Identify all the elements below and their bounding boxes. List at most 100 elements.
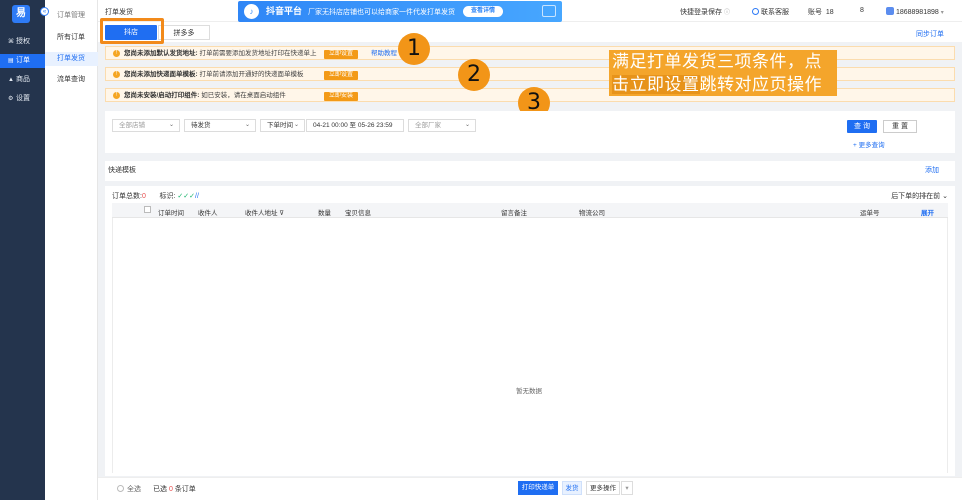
products-icon: ▲ — [8, 77, 14, 83]
mark-check-icons[interactable]: ✓✓✓ — [177, 193, 195, 200]
empty-state: 暂无数据 — [516, 388, 542, 395]
ship-button[interactable]: 发货 — [562, 481, 582, 495]
banner-title: 抖音平台 — [266, 6, 303, 16]
app-logo: 易 — [12, 5, 30, 23]
gear-icon: ⚙ — [8, 96, 14, 102]
submenu-item-all-orders[interactable]: 所有订单 — [45, 31, 98, 45]
quick-login-label: 快捷登录保存 — [680, 9, 722, 16]
time-type-value: 下单时间 — [267, 122, 293, 129]
headset-icon — [752, 8, 759, 15]
col-address-label: 收件人地址 — [245, 210, 278, 217]
selected-count: 已选 0 条订单 — [153, 484, 196, 494]
status-select[interactable]: 待发货 ⌄ — [184, 119, 256, 132]
sidebar-item-settings[interactable]: ⚙ 设置 — [0, 92, 45, 106]
tabs-bar — [98, 22, 962, 42]
chevron-down-icon[interactable]: ▾ — [621, 481, 633, 495]
quick-login-save[interactable]: 快捷登录保存 ⓘ — [680, 7, 730, 17]
factory-select[interactable]: 全部厂家 ⌄ — [408, 119, 476, 132]
banner-details-button[interactable]: 查看详情 — [463, 6, 504, 18]
date-range-input[interactable]: 04-21 00:00 至 05-26 23:59 — [306, 119, 404, 132]
banner-subtitle: 厂家无抖店店铺也可以给商家一件代发打单发货 — [308, 9, 456, 16]
user-phone: 18688981898 — [895, 9, 939, 16]
orders-icon: ▤ — [8, 58, 14, 64]
table-body — [112, 218, 948, 473]
orders-meta: 订单总数:0 标识: ✓✓✓// — [112, 191, 199, 201]
submenu-heading: 订单管理 — [57, 12, 85, 19]
sidebar-item-auth[interactable]: ⌘ 授权 — [0, 35, 45, 49]
account-info: 账号 18 — [808, 7, 834, 17]
warning-icon: ! — [113, 92, 120, 99]
select-all-radio[interactable] — [117, 485, 124, 492]
mark-label: 标识: — [159, 193, 176, 200]
info-icon: ⓘ — [723, 10, 730, 16]
mark-slash-icon[interactable]: // — [195, 193, 199, 200]
shop-select-value: 全部店铺 — [119, 122, 145, 129]
col-quantity: 数量 — [318, 210, 331, 217]
date-from: 04-21 00:00 — [313, 122, 348, 129]
sidebar-item-products[interactable]: ▲ 商品 — [0, 73, 45, 87]
date-sep: 至 — [349, 122, 357, 129]
add-template-link[interactable]: 添加 — [925, 161, 939, 181]
expand-link[interactable]: 展开 — [921, 207, 934, 217]
annotation-callout: 满足打单发货三项条件，点 击立即设置跳转对应页操作 — [609, 50, 837, 96]
submenu-item-flow-query[interactable]: 流单查询 — [45, 73, 98, 87]
more-actions-button[interactable]: 更多操作 — [586, 481, 620, 495]
factory-select-value: 全部厂家 — [415, 122, 441, 129]
account-value: 18 — [825, 9, 834, 16]
col-address[interactable]: 收件人地址 ⊽ — [245, 207, 284, 217]
col-waybill: 运单号 — [860, 210, 880, 217]
selected-suffix: 条订单 — [174, 486, 196, 493]
annotation-line-2: 击立即设置跳转对应页操作 — [612, 73, 834, 96]
time-type-select[interactable]: 下单时间 ⌄ — [260, 119, 305, 132]
status-select-value: 待发货 — [191, 122, 211, 129]
tab-pinduoduo[interactable]: 拼多多 — [158, 25, 210, 40]
customer-service-link[interactable]: 联系客服 — [752, 7, 789, 17]
alert-text: 打单前请添加开通好的快递面单模板 — [199, 71, 304, 78]
sync-orders-link[interactable]: 同步订单 — [916, 29, 944, 39]
print-waybill-button[interactable]: 打印快递单 — [518, 481, 558, 495]
annotation-line-2b: 跳转对应页操作 — [699, 75, 822, 94]
more-search-link[interactable]: + 更多查询 — [853, 139, 885, 149]
sidebar-item-orders[interactable]: ▤ 订单 — [0, 54, 45, 68]
sort-select[interactable]: 后下单的排在前 ⌄ — [891, 191, 948, 201]
step-marker-2: 2 — [458, 59, 490, 91]
sidebar-item-label: 订单 — [16, 57, 30, 64]
select-all-label[interactable]: 全选 — [127, 484, 141, 494]
reset-button[interactable]: 重 置 — [883, 120, 917, 133]
search-button[interactable]: 查 询 — [847, 120, 877, 133]
shop-select[interactable]: 全部店铺 ⌄ — [112, 119, 180, 132]
col-item-info: 宝贝信息 — [345, 210, 371, 217]
user-menu[interactable]: 18688981898 ▾ — [886, 7, 944, 16]
collapse-sidebar-button[interactable]: « — [40, 7, 49, 16]
set-address-button[interactable]: 立即设置 — [324, 50, 359, 59]
user-icon — [886, 7, 894, 15]
douyin-logo-icon: ♪ — [244, 4, 259, 19]
set-template-button[interactable]: 立即设置 — [324, 71, 359, 80]
highlight-box — [100, 18, 164, 44]
chevron-down-icon: ⌄ — [293, 122, 299, 128]
alert-title: 您尚未添加快递面单模板: — [124, 71, 198, 78]
promo-banner[interactable]: ♪ 抖音平台 厂家无抖店店铺也可以给商家一件代发打单发货 查看详情 — [238, 1, 562, 22]
help-tutorial-link[interactable]: 帮助教程 — [371, 47, 397, 60]
customer-service-label: 联系客服 — [760, 9, 789, 16]
account-label: 账号 — [808, 9, 822, 16]
total-label: 订单总数: — [112, 193, 142, 200]
table-header — [112, 203, 948, 218]
alert-title: 您尚未添加默认发货地址: — [124, 50, 198, 57]
step-marker-1: 1 — [398, 33, 430, 65]
date-to: 05-26 23:59 — [357, 122, 393, 129]
annotation-line-2a: 击立即设置 — [612, 75, 700, 94]
col-remarks: 留言备注 — [501, 210, 527, 217]
select-all-checkbox[interactable] — [144, 206, 151, 213]
annotation-line-1: 满足打单发货三项条件，点 — [612, 52, 822, 71]
banner-box-icon — [542, 5, 556, 17]
install-component-button[interactable]: 立即安装 — [324, 92, 359, 101]
submenu-item-print-ship[interactable]: 打单发货 — [45, 52, 98, 66]
chevron-down-icon: ▾ — [940, 10, 944, 16]
filter-icon[interactable]: ⊽ — [279, 210, 284, 217]
warning-icon: ! — [113, 71, 120, 78]
selected-prefix: 已选 — [153, 486, 167, 493]
breadcrumb: 打单发货 — [105, 9, 133, 16]
sidebar-item-label: 设置 — [16, 95, 30, 102]
sidebar-item-label: 商品 — [16, 76, 30, 83]
